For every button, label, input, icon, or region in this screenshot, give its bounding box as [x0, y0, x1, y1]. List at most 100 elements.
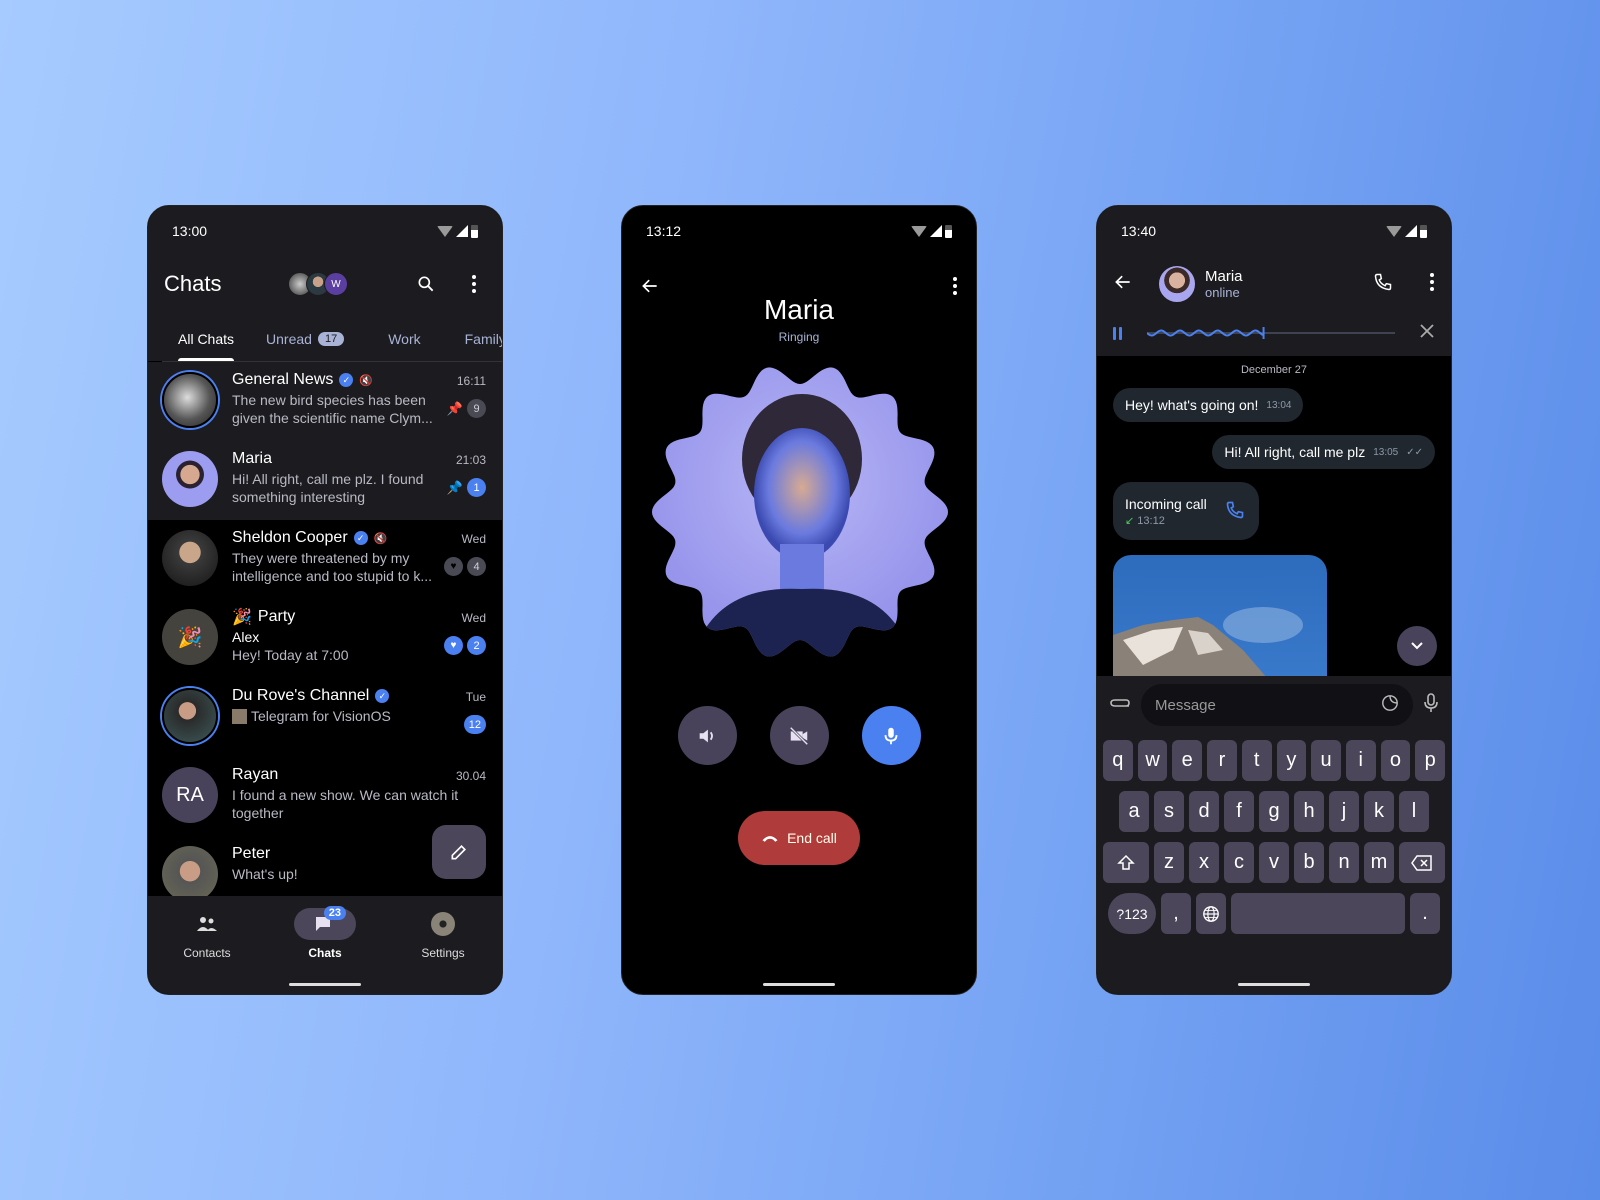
key-h[interactable]: h	[1294, 791, 1324, 832]
signal-icon	[456, 225, 468, 237]
photo-message[interactable]	[1113, 555, 1327, 685]
stories[interactable]: W	[288, 272, 348, 296]
unread-count: 2	[467, 636, 486, 655]
message-bubble-outgoing[interactable]: Hi! All right, call me plz 13:05 ✓✓	[1212, 435, 1435, 469]
heart-reaction-icon: ♥	[444, 636, 463, 655]
scroll-down-button[interactable]	[1397, 626, 1437, 666]
close-icon[interactable]	[1419, 323, 1435, 344]
key-t[interactable]: t	[1241, 740, 1272, 781]
comma-key[interactable]: ,	[1161, 893, 1191, 934]
verified-icon: ✓	[339, 373, 354, 387]
key-c[interactable]: c	[1224, 842, 1254, 883]
avatar	[162, 846, 218, 896]
search-icon[interactable]	[414, 272, 438, 296]
key-j[interactable]: j	[1329, 791, 1359, 832]
composer: Message	[1097, 676, 1451, 734]
party-emoji-icon: 🎉	[232, 609, 252, 626]
tab-work[interactable]: Work	[360, 316, 448, 361]
attach-icon[interactable]	[1109, 696, 1131, 715]
call-status: Ringing	[778, 330, 820, 344]
nav-chats[interactable]: 23 Chats	[280, 906, 370, 994]
call-message-bubble[interactable]: Incoming call ↙ 13:12	[1113, 482, 1259, 540]
back-arrow-icon[interactable]	[1113, 272, 1133, 297]
phone-call-icon[interactable]	[1225, 500, 1245, 523]
sticker-icon[interactable]	[1381, 694, 1399, 716]
period-key[interactable]: .	[1410, 893, 1440, 934]
key-m[interactable]: m	[1364, 842, 1394, 883]
chats-badge: 23	[323, 906, 346, 920]
tab-unread[interactable]: Unread 17	[250, 316, 360, 361]
message-input[interactable]: Message	[1141, 684, 1413, 726]
key-y[interactable]: y	[1276, 740, 1307, 781]
chat-row[interactable]: Maria Hi! All right, call me plz. I foun…	[148, 441, 502, 520]
compose-button[interactable]	[432, 825, 486, 879]
key-i[interactable]: i	[1345, 740, 1376, 781]
end-call-button[interactable]: End call	[738, 811, 860, 865]
keyboard: qwertyuiop asdfghjkl zxcvbnm ?123 , .	[1097, 734, 1451, 994]
chat-preview: The new bird species has been given the …	[232, 392, 433, 426]
nav-settings[interactable]: Settings	[398, 908, 488, 994]
chat-name: General News	[232, 371, 334, 388]
shift-key[interactable]	[1103, 842, 1149, 883]
chat-row[interactable]: Sheldon Cooper ✓ 🔇 They were threatened by…	[148, 520, 502, 599]
chevron-down-icon	[1411, 642, 1423, 650]
microphone-button[interactable]	[861, 706, 921, 765]
video-toggle-button[interactable]	[769, 706, 829, 765]
symbols-key[interactable]: ?123	[1108, 893, 1156, 934]
speaker-button[interactable]	[677, 706, 737, 765]
playback-track[interactable]	[1147, 327, 1395, 339]
chat-row[interactable]: General News ✓ 🔇 The new bird species has …	[148, 362, 502, 441]
caller-name: Maria	[763, 294, 834, 325]
microphone-icon[interactable]	[1423, 692, 1439, 718]
tab-family[interactable]: Family	[449, 316, 502, 361]
tab-all-chats[interactable]: All Chats	[162, 316, 250, 361]
key-v[interactable]: v	[1259, 842, 1289, 883]
key-f[interactable]: f	[1224, 791, 1254, 832]
chat-name: Du Rove's Channel	[232, 687, 370, 704]
key-o[interactable]: o	[1380, 740, 1411, 781]
space-key[interactable]	[1231, 893, 1405, 934]
heart-reaction-icon: ♥	[444, 557, 463, 576]
key-n[interactable]: n	[1329, 842, 1359, 883]
conversation-screen: 13:40 Maria online December 27 Hey! what…	[1096, 205, 1452, 995]
contact-avatar[interactable]	[1157, 264, 1197, 304]
pause-icon[interactable]	[1113, 326, 1125, 340]
bottom-navigation: Contacts 23 Chats Settings	[148, 896, 502, 994]
wifi-icon	[437, 225, 453, 237]
key-z[interactable]: z	[1154, 842, 1184, 883]
story-avatar[interactable]: W	[324, 272, 348, 296]
key-e[interactable]: e	[1172, 740, 1203, 781]
chat-row[interactable]: Du Rove's Channel ✓ Telegram for VisionOS…	[148, 678, 502, 757]
key-s[interactable]: s	[1154, 791, 1184, 832]
pencil-icon	[451, 844, 467, 860]
key-p[interactable]: p	[1415, 740, 1446, 781]
message-time: 13:12	[1137, 514, 1165, 527]
key-a[interactable]: a	[1119, 791, 1149, 832]
chat-name: Party	[257, 608, 296, 625]
chat-list: General News ✓ 🔇 The new bird species has …	[148, 362, 502, 896]
key-x[interactable]: x	[1189, 842, 1219, 883]
more-vert-icon[interactable]	[462, 272, 486, 296]
key-g[interactable]: g	[1259, 791, 1289, 832]
avatar	[162, 688, 218, 744]
message-bubble-incoming[interactable]: Hey! what's going on! 13:04	[1113, 388, 1304, 422]
key-b[interactable]: b	[1294, 842, 1324, 883]
key-l[interactable]: l	[1399, 791, 1429, 832]
nav-contacts[interactable]: Contacts	[162, 908, 252, 994]
signal-icon	[930, 225, 942, 237]
backspace-key[interactable]	[1399, 842, 1445, 883]
key-u[interactable]: u	[1311, 740, 1341, 781]
key-q[interactable]: q	[1102, 740, 1133, 781]
chat-name: Maria	[232, 450, 273, 467]
key-r[interactable]: r	[1207, 740, 1237, 781]
key-d[interactable]: d	[1189, 791, 1219, 832]
chat-time: 30.04	[455, 769, 486, 783]
more-vert-icon[interactable]	[1429, 272, 1435, 297]
phone-call-icon[interactable]	[1373, 272, 1393, 297]
contact-info[interactable]: Maria online	[1205, 268, 1243, 300]
key-w[interactable]: w	[1137, 740, 1168, 781]
chat-row[interactable]: 🎉 🎉 Party Alex Hey! Today at 7:00 Wed ♥ 2	[148, 599, 502, 678]
language-key[interactable]	[1196, 893, 1226, 934]
contact-name: Maria	[1205, 268, 1243, 285]
key-k[interactable]: k	[1364, 791, 1394, 832]
